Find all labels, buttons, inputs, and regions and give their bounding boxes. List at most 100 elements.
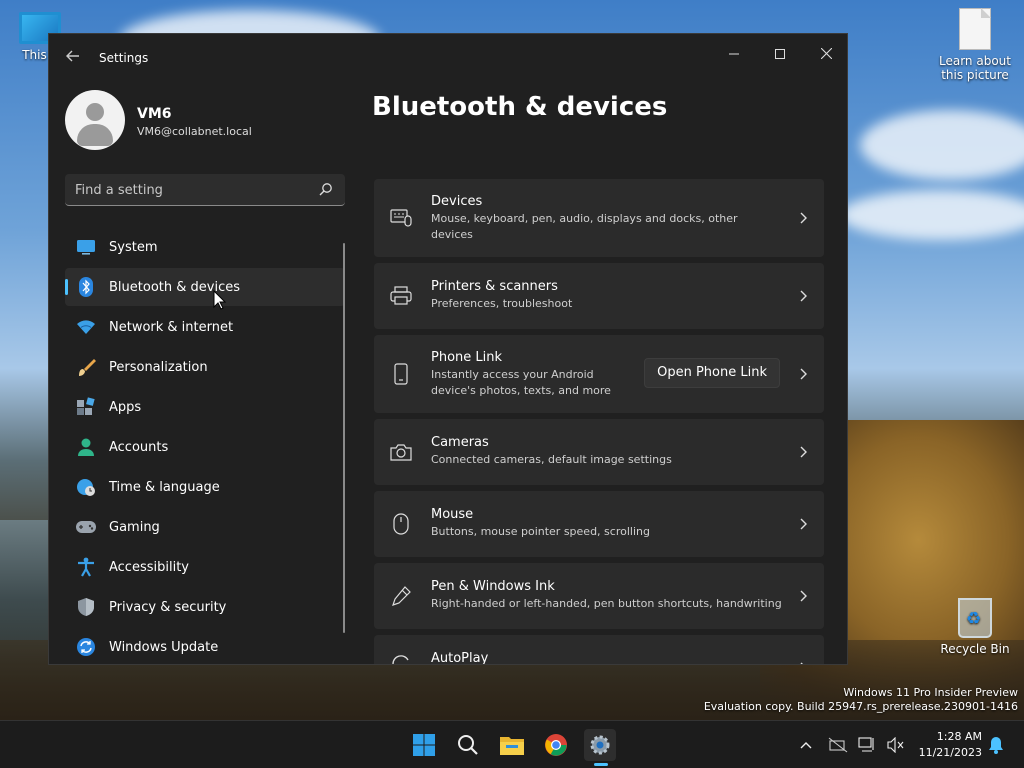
card-subtitle: Preferences, troubleshoot bbox=[431, 297, 573, 310]
card-subtitle-line: device's photos, texts, and more bbox=[431, 384, 611, 397]
tray-volume[interactable] bbox=[886, 735, 906, 755]
notifications-button[interactable] bbox=[986, 735, 1006, 755]
card-autoplay[interactable]: AutoPlay bbox=[374, 635, 824, 665]
sidebar-item-label: Time & language bbox=[109, 479, 220, 495]
card-title: Pen & Windows Ink bbox=[431, 579, 555, 594]
maximize-button[interactable] bbox=[757, 40, 803, 70]
tray-network-status[interactable] bbox=[828, 735, 848, 755]
sidebar-item-label: Privacy & security bbox=[109, 599, 227, 615]
back-button[interactable] bbox=[63, 48, 83, 68]
chevron-right-icon bbox=[800, 662, 803, 664]
desktop-icon-learn-about-picture[interactable]: Learn about this picture bbox=[935, 8, 1015, 82]
sidebar-item-accessibility[interactable]: Accessibility bbox=[65, 548, 345, 586]
sidebar-item-network[interactable]: Network & internet bbox=[65, 308, 345, 346]
open-phone-link-button[interactable]: Open Phone Link bbox=[644, 358, 780, 388]
gear-icon bbox=[590, 735, 610, 755]
sidebar-item-label: Personalization bbox=[109, 359, 208, 375]
sidebar-item-time-language[interactable]: Time & language bbox=[65, 468, 345, 506]
sidebar-item-label: Gaming bbox=[109, 519, 160, 535]
printer-icon bbox=[390, 285, 412, 307]
tray-display[interactable] bbox=[858, 735, 878, 755]
card-mouse[interactable]: Mouse Buttons, mouse pointer speed, scro… bbox=[374, 491, 824, 557]
settings-card-list: Devices Mouse, keyboard, pen, audio, dis… bbox=[374, 179, 824, 665]
avatar[interactable] bbox=[65, 90, 125, 150]
sidebar-item-privacy-security[interactable]: Privacy & security bbox=[65, 588, 345, 626]
show-hidden-icons-button[interactable] bbox=[796, 735, 816, 755]
back-arrow-icon bbox=[66, 50, 79, 62]
windows-logo-icon bbox=[413, 734, 435, 756]
search-icon bbox=[458, 735, 478, 755]
display-icon bbox=[858, 737, 874, 752]
profile-name: VM6 bbox=[137, 106, 172, 122]
taskbar-settings[interactable] bbox=[584, 729, 616, 761]
gamepad-icon bbox=[75, 516, 97, 538]
sidebar-item-gaming[interactable]: Gaming bbox=[65, 508, 345, 546]
search-icon[interactable] bbox=[319, 182, 333, 196]
close-icon bbox=[820, 47, 832, 60]
card-pen-windows-ink[interactable]: Pen & Windows Ink Right-handed or left-h… bbox=[374, 563, 824, 629]
camera-icon bbox=[390, 441, 412, 463]
start-button[interactable] bbox=[408, 729, 440, 761]
taskbar-clock[interactable]: 1:28 AM 11/21/2023 bbox=[919, 729, 982, 761]
sky-cloud bbox=[860, 110, 1024, 180]
evaluation-watermark: Windows 11 Pro Insider Preview Evaluatio… bbox=[704, 686, 1018, 714]
sidebar-item-system[interactable]: System bbox=[65, 228, 345, 266]
card-phone-link[interactable]: Phone Link Instantly access your Android… bbox=[374, 335, 824, 413]
mouse-icon bbox=[390, 513, 412, 535]
pen-icon bbox=[390, 585, 412, 607]
search-box[interactable] bbox=[65, 174, 345, 206]
active-app-indicator bbox=[594, 763, 608, 766]
close-button[interactable] bbox=[803, 40, 847, 70]
desktop-icon-recycle-bin[interactable]: ♻ Recycle Bin bbox=[935, 598, 1015, 656]
sidebar-item-apps[interactable]: Apps bbox=[65, 388, 345, 426]
sidebar-item-label: Accessibility bbox=[109, 559, 189, 575]
recycle-bin-icon: ♻ bbox=[958, 598, 992, 638]
card-subtitle: Mouse, keyboard, pen, audio, displays an… bbox=[431, 211, 738, 243]
taskbar: 1:28 AM 11/21/2023 bbox=[0, 720, 1024, 768]
minimize-icon bbox=[729, 53, 739, 55]
sidebar-item-label: Windows Update bbox=[109, 639, 219, 655]
taskbar-file-explorer[interactable] bbox=[496, 729, 528, 761]
card-title: AutoPlay bbox=[431, 651, 489, 665]
card-subtitle: Buttons, mouse pointer speed, scrolling bbox=[431, 525, 650, 538]
clock-date: 11/21/2023 bbox=[918, 746, 982, 759]
phone-icon bbox=[390, 363, 412, 385]
devices-icon bbox=[390, 207, 412, 229]
shield-icon bbox=[75, 596, 97, 618]
taskbar-search-button[interactable] bbox=[452, 729, 484, 761]
mouse-cursor-icon bbox=[213, 290, 227, 310]
watermark-line: Windows 11 Pro Insider Preview bbox=[843, 686, 1018, 699]
apps-icon bbox=[75, 396, 97, 418]
globe-clock-icon bbox=[75, 476, 97, 498]
network-disconnected-icon bbox=[828, 737, 848, 753]
settings-window: Settings VM6 VM6@collabnet.local System bbox=[48, 33, 848, 665]
card-devices[interactable]: Devices Mouse, keyboard, pen, audio, dis… bbox=[374, 179, 824, 257]
maximize-icon bbox=[775, 49, 785, 59]
minimize-button[interactable] bbox=[711, 40, 757, 70]
card-subtitle: Instantly access your Android device's p… bbox=[431, 367, 611, 399]
sidebar-item-windows-update[interactable]: Windows Update bbox=[65, 628, 345, 664]
speaker-muted-icon bbox=[887, 737, 904, 753]
search-input[interactable] bbox=[75, 180, 305, 200]
sidebar-item-bluetooth-devices[interactable]: Bluetooth & devices bbox=[65, 268, 345, 306]
card-cameras[interactable]: Cameras Connected cameras, default image… bbox=[374, 419, 824, 485]
chevron-right-icon bbox=[800, 368, 807, 380]
autoplay-icon bbox=[390, 653, 412, 664]
window-title: Settings bbox=[99, 51, 149, 65]
profile-email: VM6@collabnet.local bbox=[137, 125, 252, 138]
clock-time: 1:28 AM bbox=[936, 730, 982, 743]
sidebar-scrollbar[interactable] bbox=[343, 243, 345, 633]
accounts-icon bbox=[75, 436, 97, 458]
avatar-body bbox=[77, 124, 113, 146]
sidebar-item-accounts[interactable]: Accounts bbox=[65, 428, 345, 466]
sidebar-item-label: Apps bbox=[109, 399, 142, 415]
chrome-icon bbox=[545, 734, 567, 756]
card-subtitle-line: Instantly access your Android bbox=[431, 368, 594, 381]
chevron-right-icon bbox=[800, 590, 807, 602]
sidebar-nav: System Bluetooth & devices Network & int… bbox=[65, 228, 345, 664]
desktop-icon-label: Recycle Bin bbox=[940, 642, 1010, 656]
sidebar-item-personalization[interactable]: Personalization bbox=[65, 348, 345, 386]
card-printers-scanners[interactable]: Printers & scanners Preferences, trouble… bbox=[374, 263, 824, 329]
taskbar-chrome[interactable] bbox=[540, 729, 572, 761]
sidebar-item-label: System bbox=[109, 239, 158, 255]
